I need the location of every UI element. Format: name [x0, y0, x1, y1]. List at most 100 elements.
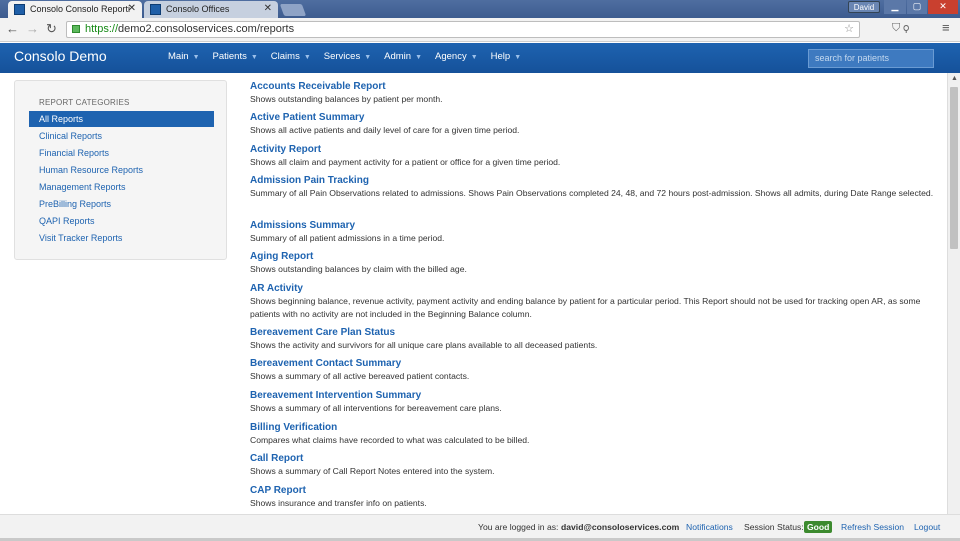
browser-tab-offices[interactable]: Consolo Offices ✕	[144, 1, 278, 18]
chevron-down-icon: ▼	[192, 54, 200, 61]
browser-titlebar: Consolo Consolo Reporti ✕ Consolo Office…	[0, 0, 960, 18]
list-item: CAP Report Shows insurance and transfer …	[250, 484, 940, 510]
list-item: Active Patient Summary Shows all active …	[250, 111, 940, 137]
chevron-down-icon: ▼	[415, 54, 423, 61]
logged-in-label: You are logged in as:	[478, 522, 559, 532]
report-link[interactable]: Call Report	[250, 452, 940, 465]
report-description: Shows all active patients and daily leve…	[250, 125, 520, 135]
new-tab-button[interactable]	[279, 4, 307, 16]
list-item: Bereavement Care Plan Status Shows the a…	[250, 326, 940, 352]
nav-claims[interactable]: Claims ▼	[271, 51, 311, 62]
report-link[interactable]: Bereavement Intervention Summary	[250, 389, 940, 402]
tab-label: Consolo Consolo Reporti	[30, 4, 131, 14]
list-item: Bereavement Contact Summary Shows a summ…	[250, 357, 940, 383]
url-text: demo2.consoloservices.com/reports	[118, 23, 295, 35]
status-badge: Good	[804, 521, 833, 533]
sidebar-item-financial[interactable]: Financial Reports	[29, 145, 214, 161]
report-link[interactable]: Bereavement Contact Summary	[250, 357, 940, 370]
report-categories-panel: REPORT CATEGORIES All Reports Clinical R…	[14, 80, 227, 260]
main-nav: Main ▼ Patients ▼ Claims ▼ Services ▼ Admin ▼…	[168, 51, 534, 62]
sidebar-item-qapi[interactable]: QAPI Reports	[29, 213, 214, 229]
report-description: Shows outstanding balances by patient pe…	[250, 94, 443, 104]
app-navbar: Consolo Demo Main ▼ Patients ▼ Claims ▼ Ser…	[0, 43, 960, 73]
patient-search-input[interactable]: search for patients	[808, 49, 934, 68]
logout-link[interactable]: Logout	[914, 522, 940, 532]
report-description: Shows the activity and survivors for all…	[250, 340, 598, 350]
sidebar-item-visit-tracker[interactable]: Visit Tracker Reports	[29, 230, 214, 246]
address-bar[interactable]: https://demo2.consoloservices.com/report…	[66, 21, 860, 38]
maximize-button[interactable]: ▢	[907, 0, 927, 14]
list-item: AR Activity Shows beginning balance, rev…	[250, 282, 940, 320]
sidebar-header: REPORT CATEGORIES	[39, 98, 130, 107]
window-close-button[interactable]: ✕	[928, 0, 958, 14]
nav-services[interactable]: Services ▼	[324, 51, 371, 62]
reload-icon[interactable]: ↻	[46, 21, 57, 37]
page-scrollbar[interactable]: ▲	[947, 73, 960, 514]
report-description: Compares what claims have recorded to wh…	[250, 435, 530, 445]
bookmark-star-icon[interactable]: ☆	[844, 22, 854, 37]
report-link[interactable]: CAP Report	[250, 484, 940, 497]
nav-help[interactable]: Help ▼	[491, 51, 521, 62]
sidebar-item-clinical[interactable]: Clinical Reports	[29, 128, 214, 144]
list-item: Admissions Summary Summary of all patien…	[250, 219, 940, 245]
sidebar-item-human-resource[interactable]: Human Resource Reports	[29, 162, 214, 178]
report-link[interactable]: Activity Report	[250, 143, 940, 156]
browser-tab-reports[interactable]: Consolo Consolo Reporti ✕	[8, 1, 142, 18]
report-description: Shows a summary of all active bereaved p…	[250, 371, 470, 381]
report-link[interactable]: Admissions Summary	[250, 219, 940, 232]
back-arrow-icon[interactable]: ←	[6, 21, 19, 36]
report-link[interactable]: Aging Report	[250, 250, 940, 263]
report-description: Shows all claim and payment activity for…	[250, 157, 561, 167]
browser-menu-icon[interactable]: ≡	[942, 20, 950, 35]
close-tab-icon[interactable]: ✕	[264, 1, 272, 17]
list-item: Call Report Shows a summary of Call Repo…	[250, 452, 940, 478]
chevron-down-icon: ▼	[303, 54, 311, 61]
user-email: david@consoloservices.com	[561, 522, 680, 532]
nav-admin[interactable]: Admin ▼	[384, 51, 422, 62]
notifications-link[interactable]: Notifications	[686, 522, 733, 532]
scrollbar-thumb[interactable]	[950, 87, 958, 249]
report-description: Summary of all patient admissions in a t…	[250, 233, 445, 243]
forward-arrow-icon[interactable]: →	[26, 21, 39, 36]
brand-logo[interactable]: Consolo Demo	[14, 48, 107, 64]
scroll-up-icon[interactable]: ▲	[951, 75, 958, 82]
chevron-down-icon: ▼	[250, 54, 258, 61]
report-link[interactable]: Active Patient Summary	[250, 111, 940, 124]
report-link[interactable]: Admission Pain Tracking	[250, 174, 940, 187]
extension-icons[interactable]: ⛉ ⚲	[892, 22, 909, 35]
url-protocol: https://	[85, 23, 119, 35]
report-link[interactable]: Accounts Receivable Report	[250, 80, 940, 93]
browser-toolbar: ← → ↻ https://demo2.consoloservices.com/…	[0, 18, 960, 42]
chevron-down-icon: ▼	[514, 54, 522, 61]
nav-main[interactable]: Main ▼	[168, 51, 200, 62]
report-link[interactable]: Bereavement Care Plan Status	[250, 326, 940, 339]
tab-label: Consolo Offices	[166, 4, 230, 14]
minimize-button[interactable]: ▁	[884, 0, 906, 14]
list-item: Admission Pain Tracking Summary of all P…	[250, 174, 940, 200]
report-link[interactable]: AR Activity	[250, 282, 940, 295]
list-item: Bereavement Intervention Summary Shows a…	[250, 389, 940, 415]
consolo-favicon-icon	[150, 4, 161, 15]
report-description: Shows outstanding balances by claim with…	[250, 264, 467, 274]
list-item: Accounts Receivable Report Shows outstan…	[250, 80, 940, 106]
sidebar-item-prebilling[interactable]: PreBilling Reports	[29, 196, 214, 212]
session-status-label: Session Status:	[744, 522, 804, 532]
report-description: Shows a summary of Call Report Notes ent…	[250, 466, 495, 476]
lock-icon	[72, 25, 80, 33]
browser-user-badge[interactable]: David	[848, 1, 880, 13]
report-description: Shows insurance and transfer info on pat…	[250, 498, 427, 508]
sidebar-item-management[interactable]: Management Reports	[29, 179, 214, 195]
session-footer: You are logged in as: david@consoloservi…	[0, 514, 960, 538]
nav-agency[interactable]: Agency ▼	[435, 51, 478, 62]
report-description: Shows beginning balance, revenue activit…	[250, 296, 921, 319]
report-link[interactable]: Billing Verification	[250, 421, 940, 434]
chevron-down-icon: ▼	[470, 54, 478, 61]
nav-patients[interactable]: Patients ▼	[213, 51, 258, 62]
list-item: Aging Report Shows outstanding balances …	[250, 250, 940, 276]
list-item: Billing Verification Compares what claim…	[250, 421, 940, 447]
sidebar-item-all-reports[interactable]: All Reports	[29, 111, 214, 127]
refresh-session-link[interactable]: Refresh Session	[841, 522, 904, 532]
close-tab-icon[interactable]: ✕	[128, 1, 136, 17]
report-description: Shows a summary of all interventions for…	[250, 403, 502, 413]
chevron-down-icon: ▼	[364, 54, 372, 61]
